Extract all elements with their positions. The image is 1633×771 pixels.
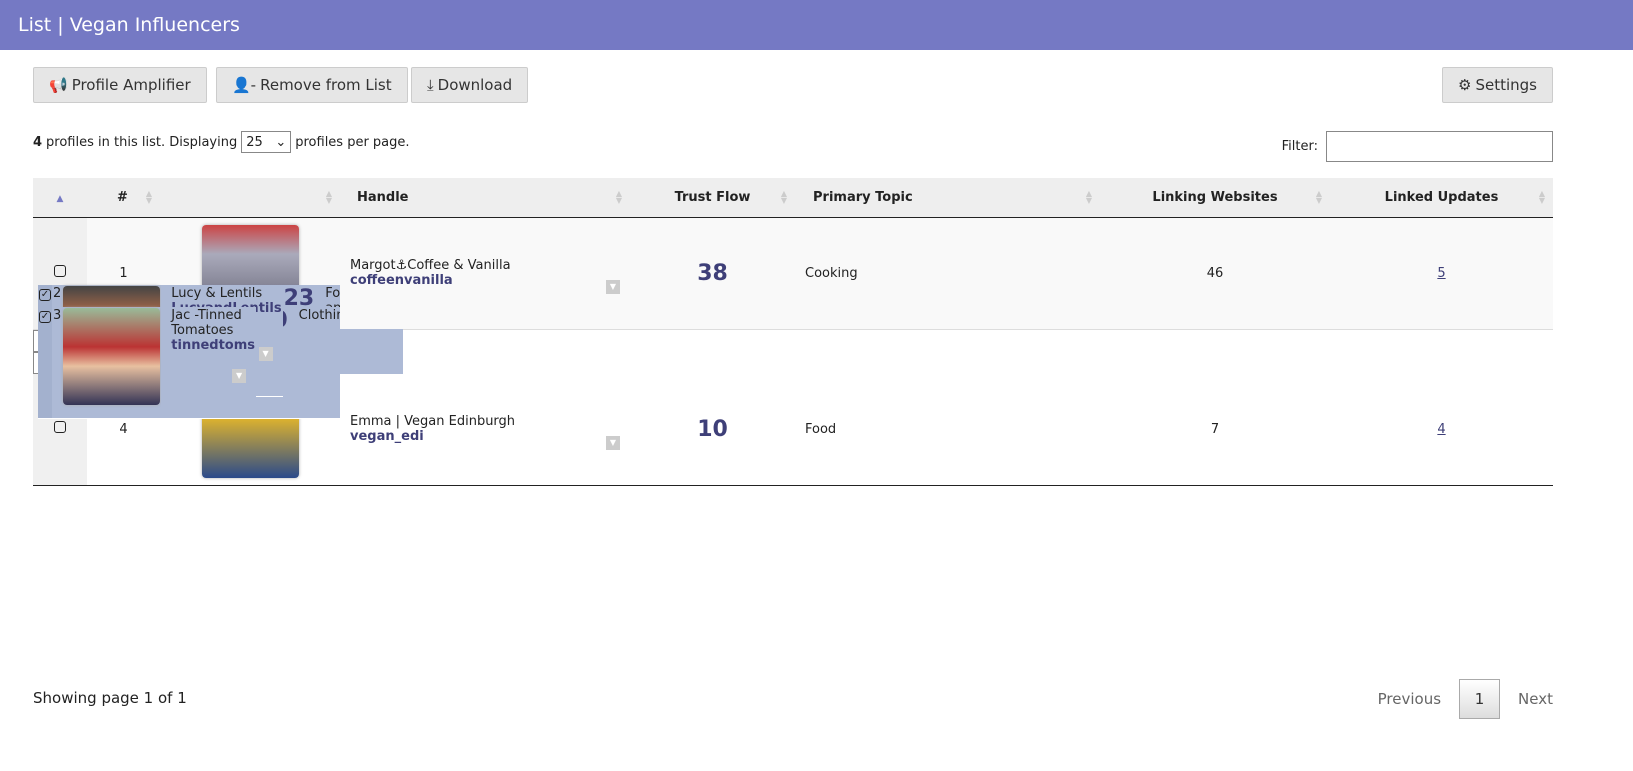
page-title: List | Vegan Influencers [0, 0, 1633, 50]
profile-count: 4 [33, 134, 43, 150]
row-checkbox[interactable]: ✓ [39, 310, 51, 323]
display-name: Margot⚓Coffee & Vanilla [350, 258, 511, 273]
filter-input[interactable] [1326, 131, 1553, 162]
dropdown-caret-icon[interactable]: ▼ [258, 346, 273, 361]
trust-flow: 10 [630, 373, 795, 486]
primary-topic: Food [795, 373, 1100, 486]
download-button[interactable]: ⤓ Download [411, 67, 529, 103]
next-button[interactable]: Next [1518, 690, 1553, 708]
handle-cell: Emma | Vegan Edinburgh vegan_edi ▼ [340, 373, 630, 486]
sort-icon: ▲ ▼ [780, 189, 787, 205]
info-text: profiles in this list. Displaying [46, 134, 238, 150]
handle-link[interactable]: vegan_edi [350, 429, 629, 444]
handle-cell: Margot⚓Coffee & Vanilla coffeenvanilla ▼ [340, 217, 630, 330]
sort-icon: ▲ ▼ [1315, 189, 1322, 205]
profiles-table: ▲ # ▲ ▼ ▲ ▼ Handle ▲ ▼ Trust Flow ▲ ▼ Primary T… [33, 178, 1553, 486]
handle-cell: Jac -Tinned Tomatoes tinnedtoms ▼ [161, 306, 257, 419]
per-page-select[interactable]: 25 ⌄ [241, 131, 292, 153]
row-checkbox[interactable]: ✓ [39, 288, 51, 301]
button-label: Download [437, 76, 513, 94]
column-header-linked-updates[interactable]: Linked Updates ▲ ▼ [1330, 178, 1553, 218]
row-checkbox[interactable] [54, 265, 66, 277]
filter-label: Filter: [1281, 139, 1318, 154]
column-header-num[interactable]: # ▲ ▼ [87, 178, 160, 218]
column-header-handle[interactable]: Handle ▲ ▼ [340, 178, 630, 218]
filter: Filter: [1282, 131, 1553, 162]
primary-topic: Cooking [795, 217, 1100, 330]
select-column-header[interactable]: ▲ [33, 178, 87, 218]
sort-icon: ▲ ▼ [1538, 189, 1545, 205]
page-1-button[interactable]: 1 [1459, 679, 1501, 719]
previous-button[interactable]: Previous [1378, 690, 1441, 708]
gear-icon: ⚙ [1458, 76, 1472, 94]
linking-websites: 46 [1100, 217, 1330, 330]
display-name: Emma | Vegan Edinburgh [350, 414, 516, 430]
handle-link[interactable]: tinnedtoms [171, 338, 255, 353]
info-text: profiles per page. [295, 134, 410, 150]
dropdown-caret-icon[interactable]: ▼ [606, 279, 620, 294]
button-label: Profile Amplifier [71, 76, 191, 94]
linked-updates-cell: 5 [1330, 217, 1553, 330]
display-name: Jac -Tinned Tomatoes [171, 307, 242, 338]
sort-asc-icon: ▲ [56, 193, 64, 204]
profile-amplifier-button[interactable]: 📢 Profile Amplifier [33, 67, 207, 103]
column-header-photo[interactable]: ▲ ▼ [160, 178, 340, 218]
user-minus-icon: 👤- [232, 76, 257, 94]
handle-link[interactable]: coffeenvanilla [350, 273, 629, 288]
remove-from-list-button[interactable]: 👤- Remove from List [216, 67, 408, 103]
list-info: 4 profiles in this list. Displaying 25 ⌄ … [33, 131, 410, 153]
column-header-trust-flow[interactable]: Trust Flow ▲ ▼ [630, 178, 795, 218]
button-label: Settings [1475, 76, 1537, 94]
sort-icon: ▲ ▼ [1085, 189, 1092, 205]
button-label: Remove from List [260, 76, 392, 94]
pagination: Previous 1 Next [1378, 679, 1553, 719]
photo-cell [62, 306, 162, 419]
linked-updates-link[interactable]: 4 [1437, 422, 1445, 437]
row-select-cell: ✓ [38, 306, 52, 419]
row-number: 3 [52, 306, 63, 419]
linked-updates-cell: 4 [1330, 373, 1553, 486]
megaphone-icon: 📢 [49, 76, 68, 94]
page-status: Showing page 1 of 1 [33, 689, 187, 707]
settings-button[interactable]: ⚙ Settings [1442, 67, 1553, 103]
table-row: ✓ 3 Jac -Tinned Tomatoestinnedtoms▼ 20 C… [33, 306, 400, 419]
profile-avatar[interactable] [63, 307, 161, 405]
download-icon: ⤓ [427, 76, 434, 94]
dropdown-caret-icon[interactable]: ▼ [232, 368, 247, 383]
column-header-primary-topic[interactable]: Primary Topic ▲ ▼ [795, 178, 1100, 218]
chevron-down-icon: ⌄ [275, 134, 287, 150]
sort-icon: ▲ ▼ [615, 189, 622, 205]
sort-icon: ▲ ▼ [145, 189, 152, 205]
row-checkbox[interactable] [54, 421, 66, 434]
column-header-linking-websites[interactable]: Linking Websites ▲ ▼ [1100, 178, 1330, 218]
linking-websites: 7 [1100, 373, 1330, 486]
trust-flow: 38 [630, 217, 795, 330]
display-name: Lucy & Lentils [171, 285, 263, 301]
per-page-value: 25 [246, 134, 263, 150]
sort-icon: ▲ ▼ [325, 189, 332, 205]
dropdown-caret-icon[interactable]: ▼ [606, 435, 620, 450]
linked-updates-link[interactable]: 5 [1437, 266, 1445, 281]
